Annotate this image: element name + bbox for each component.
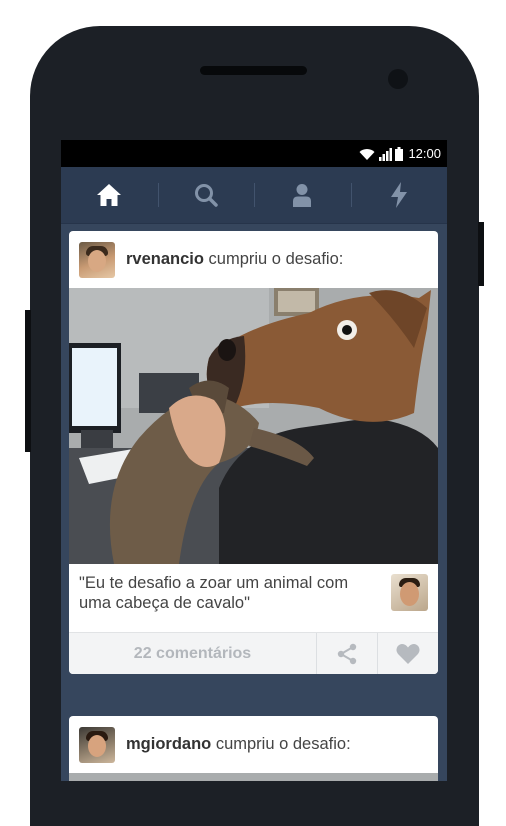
volume-button [25, 310, 31, 452]
home-icon [97, 184, 122, 206]
nav-search[interactable] [157, 167, 255, 223]
comments-button[interactable]: 22 comentários [69, 633, 316, 674]
nav-bar [61, 167, 447, 224]
post-username[interactable]: rvenancio [126, 250, 204, 268]
heart-icon [396, 644, 420, 664]
post-photo[interactable] [69, 288, 438, 564]
avatar[interactable] [79, 241, 115, 278]
post-action-text: cumpriu o desafio: [203, 250, 344, 268]
share-button[interactable] [316, 633, 377, 674]
post-photo-image [69, 288, 438, 564]
post-actions: 22 comentários [69, 632, 438, 674]
power-button [478, 222, 484, 286]
challenger-avatar[interactable] [391, 574, 428, 611]
phone-speaker [200, 66, 307, 75]
challenge-caption-row: "Eu te desafio a zoar um animal com uma … [69, 564, 438, 632]
status-bar: 12:00 [61, 140, 447, 167]
post-header: rvenancio cumpriu o desafio: [69, 231, 438, 288]
post-card: rvenancio cumpriu o desafio: "Eu te desa… [69, 231, 438, 674]
post-header-text: rvenancio cumpriu o desafio: [126, 250, 343, 269]
status-icons [359, 146, 404, 161]
signal-icon [379, 147, 393, 161]
wifi-icon [359, 148, 375, 160]
challenge-caption: "Eu te desafio a zoar um animal com uma … [79, 574, 349, 612]
phone-camera [388, 69, 408, 89]
share-icon [337, 643, 357, 664]
post-header-text: mgiordano cumpriu o desafio: [126, 735, 351, 754]
search-icon [194, 184, 218, 207]
user-icon [293, 184, 312, 207]
post-card: mgiordano cumpriu o desafio: [69, 716, 438, 781]
like-button[interactable] [377, 633, 438, 674]
avatar[interactable] [79, 726, 115, 763]
post-username[interactable]: mgiordano [126, 735, 211, 753]
nav-account[interactable] [254, 167, 351, 223]
nav-activity[interactable] [350, 167, 448, 223]
post-action-text: cumpriu o desafio: [211, 735, 351, 753]
nav-home[interactable] [61, 167, 158, 223]
lightning-icon [390, 182, 407, 208]
status-time: 12:00 [408, 146, 441, 161]
app-screen: 12:00 rvenancio cumpriu o desafio: "Eu t… [61, 140, 447, 781]
battery-icon [395, 146, 404, 161]
post-header: mgiordano cumpriu o desafio: [69, 716, 438, 773]
post-photo[interactable] [69, 773, 438, 781]
